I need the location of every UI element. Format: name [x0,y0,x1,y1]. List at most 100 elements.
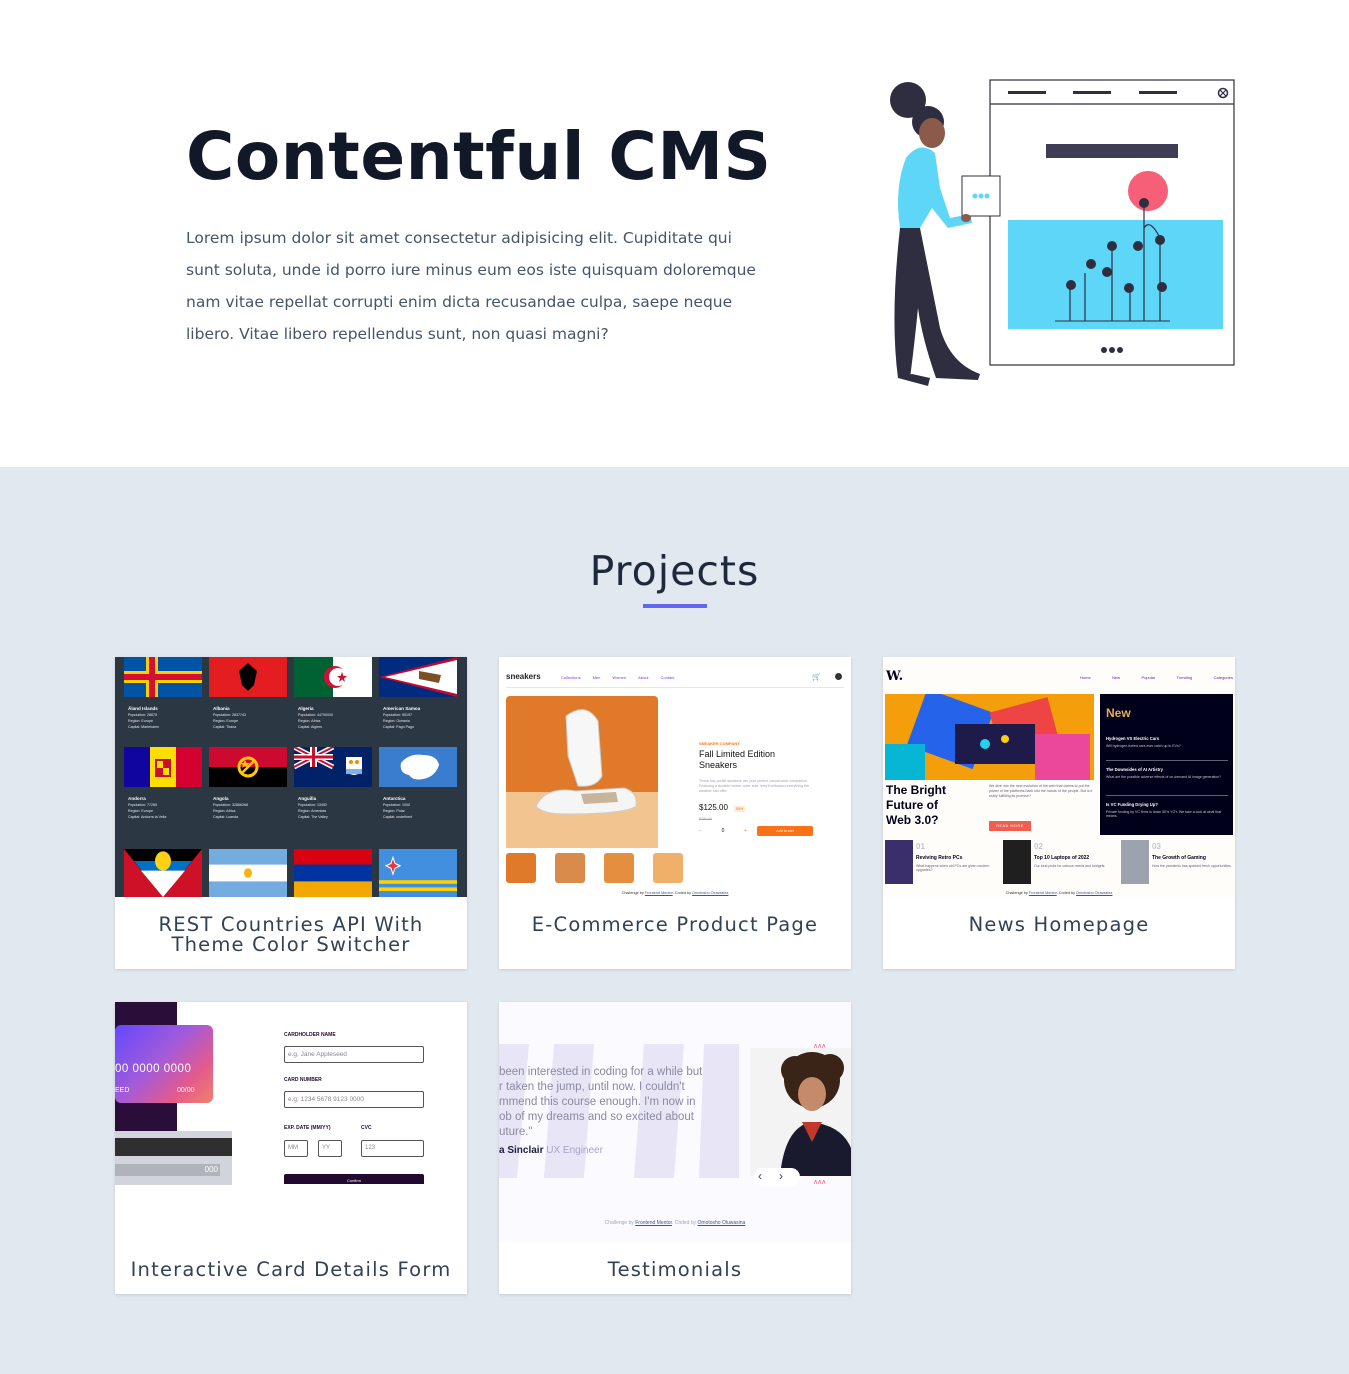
article-thumbnail [885,840,913,884]
new-item-title: The Downsides of AI Artistry [1106,767,1163,772]
project-card-title: Testimonials [607,1258,743,1281]
nav-divider [506,687,844,688]
country-flag [294,657,372,697]
attribution-text: Challenge by [1005,891,1028,895]
author-name: a Sinclair [499,1145,544,1156]
country-detail: Region: Oceania [383,719,410,723]
author-role: UX Engineer [546,1145,603,1156]
product-thumbnail [555,853,585,883]
news-logo: W. [886,669,904,684]
read-more-button: READ MORE [989,821,1031,831]
country-name: Anguilla [298,796,317,801]
country-flag [379,747,457,787]
project-card-interactive-card-form[interactable]: 00 0000 0000 EED 00/00 000 CARDHOLDER NA… [115,1002,467,1294]
author-link: Omotosho Oluwasina [697,1220,746,1226]
nav-item: Women [612,675,627,680]
new-item-title: Hydrogen VS Electric Cars [1106,736,1160,741]
website-illustration [890,79,1235,386]
country-detail: Capital: Algiers [298,725,322,729]
zigzag-decoration: ∧∧∧ [813,1179,826,1186]
nav-item: Home [1080,675,1091,680]
product-thumbnail [506,853,536,883]
product-title: Fall Limited Edition Sneakers [699,749,776,770]
card-back: 000 [115,1131,232,1185]
country-card: Åland Islands Population: 28875 Region: Eu… [124,657,202,739]
nav-item: Contact [660,675,675,680]
country-card [124,849,202,897]
card-front-name: EED [115,1087,130,1094]
country-card [209,849,287,897]
article-thumbnail [1003,840,1031,884]
news-intro: We dive into the next evolution of the w… [989,784,1093,798]
nav-item: Collections [561,675,581,680]
discount-badge: 50% [734,806,746,812]
project-card-title: Interactive Card Details Form [130,1258,452,1281]
country-flag [209,747,287,787]
testimonials-screenshot: been interested in coding for a while bu… [499,1002,851,1242]
new-panel-title: New [1106,706,1131,720]
product-price: $125.00 [699,803,728,812]
nav-item: Categories [1213,675,1233,680]
project-card-title: REST Countries API With Theme Color Swit… [158,913,424,956]
country-detail: Region: Africa [298,719,321,723]
confirm-button: Confirm [284,1174,424,1184]
project-card-testimonials[interactable]: been interested in coding for a while bu… [499,1002,851,1294]
country-detail: Capital: Pago Pago [383,725,414,729]
cardholder-label: CARDHOLDER NAME [284,1032,336,1038]
project-card-ecommerce[interactable]: sneakers Collections Men Women About Con… [499,657,851,969]
nav-item: Popular [1141,675,1156,680]
card-front-exp: 00/00 [177,1087,195,1094]
card-back-cvc: 000 [204,1165,218,1174]
new-item: The Downsides of AI Artistry What are th… [1106,767,1228,779]
news-homepage-screenshot: W. Home New Popular Trending Categories … [883,657,1235,897]
country-detail: Region: Europe [128,809,153,813]
ecommerce-screenshot: sneakers Collections Men Women About Con… [499,657,851,897]
country-name: Algeria [298,706,314,711]
testimonial-author: a Sinclair UX Engineer [499,1145,603,1156]
author-link: Omotosho Oluwasina [1076,891,1113,895]
card-number-label: CARD NUMBER [284,1077,322,1083]
country-detail: Region: Europe [213,719,238,723]
article-text: How the pandemic has sparked fresh oppor… [1152,864,1232,868]
article-title: Reviving Retro PCs [916,855,963,861]
article-number: 01 [916,842,925,851]
card-number-input: e.g. 1234 5678 9123 0000 [284,1091,424,1108]
new-item-text: What are the possible adverse effects of… [1106,775,1222,779]
testimonial-photo [750,1048,851,1186]
country-flag [209,849,287,897]
country-flag [379,657,457,697]
country-card: American Samoa Population: 55197 Region: O… [379,657,457,739]
new-item-text: Private funding by VC firms is down 50% … [1106,810,1222,818]
country-detail: Region: Americas [298,809,327,813]
country-flag [292,744,372,787]
card-back-stripe [115,1138,232,1156]
prev-arrow-icon: ‹ [758,1169,762,1183]
project-card-news-homepage[interactable]: W. Home New Popular Trending Categories … [883,657,1235,969]
country-detail: Population: 77265 [128,803,157,807]
frontend-mentor-link: Frontend Mentor [644,891,673,895]
news-headline: The Bright Future of Web 3.0? [886,783,946,827]
rest-countries-screenshot: Åland Islands Population: 28875 Region: Eu… [115,657,467,897]
country-flag [379,849,457,897]
quote-line: r taken the jump, until now. I couldn't [499,1081,685,1093]
country-card: Albania Population: 2837743 Region: Europe… [209,657,287,739]
increase-button: + [744,828,747,834]
product-thumbnail [604,853,634,883]
country-flag [124,849,202,897]
country-detail: Population: 32866268 [213,803,248,807]
attribution: Challenge by Frontend Mentor. Coded by O… [883,891,1235,895]
country-detail: Population: 28875 [128,713,157,717]
add-to-cart-button: Add to cart [757,826,813,836]
country-detail: Region: Africa [213,809,236,813]
quantity-stepper: − 0 + [699,826,747,836]
new-item-title: Is VC Funding Drying Up? [1106,802,1158,807]
country-card: Andorra Population: 77265 Region: Europe Ca… [124,747,202,829]
article-title: The Growth of Gaming [1152,855,1206,861]
project-card-rest-countries[interactable]: Åland Islands Population: 28875 Region: Eu… [115,657,467,969]
quote-line: ob of my dreams and so excited about [499,1111,694,1123]
article-number: 02 [1034,842,1043,851]
country-name: Andorra [128,796,146,801]
company-label: SNEAKER COMPANY [699,741,740,746]
country-detail: Region: Europe [128,719,153,723]
new-panel: New Hydrogen VS Electric Cars Will hydro… [1100,694,1233,835]
